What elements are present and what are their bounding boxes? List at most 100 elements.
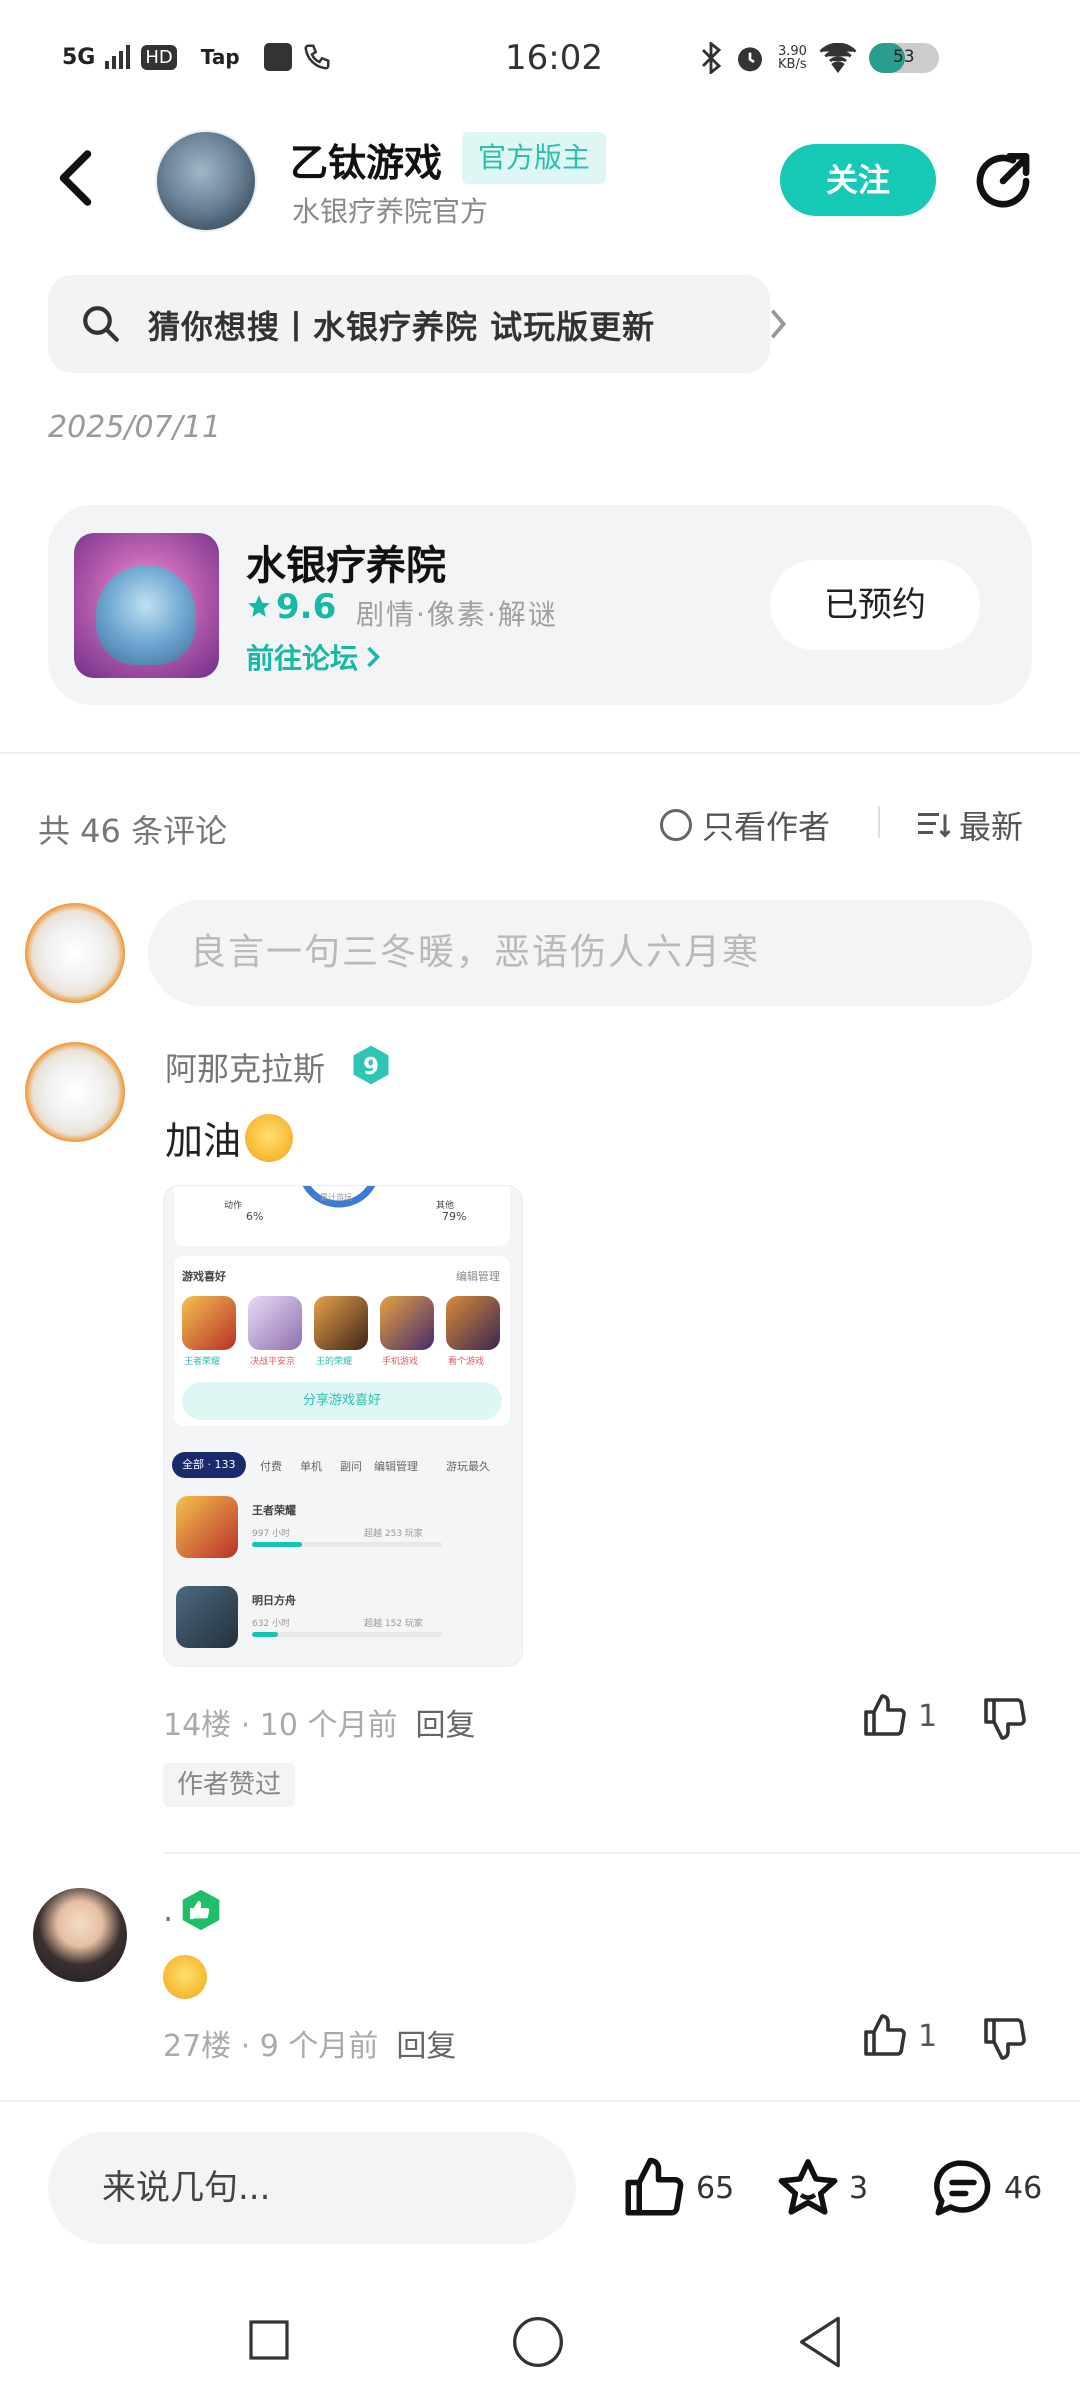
tab-other: 副问 bbox=[340, 1460, 362, 1473]
tab-paid: 付费 bbox=[260, 1460, 282, 1473]
comment-divider bbox=[163, 1852, 1080, 1854]
star-outline-icon bbox=[778, 2159, 838, 2215]
battery-level: 53 bbox=[892, 47, 915, 67]
surprised-emoji-icon bbox=[245, 1113, 294, 1162]
game-thumb bbox=[182, 1296, 236, 1350]
back-nav-icon[interactable] bbox=[795, 2314, 847, 2370]
tab-longest: 游玩最久 bbox=[446, 1460, 490, 1473]
chevron-right-icon bbox=[367, 646, 381, 668]
only-author-toggle[interactable]: 只看作者 bbox=[660, 802, 830, 848]
official-moderator-badge: 官方版主 bbox=[462, 132, 607, 184]
favorite-button[interactable]: 3 bbox=[775, 2155, 868, 2221]
commenter-name: . bbox=[163, 1891, 174, 1929]
tap-icon: Tap bbox=[200, 45, 240, 69]
author-avatar[interactable] bbox=[155, 130, 257, 232]
reply-button[interactable]: 回复 bbox=[396, 2021, 456, 2065]
my-avatar[interactable] bbox=[25, 903, 125, 1003]
tab-all: 全部 · 133 bbox=[172, 1452, 246, 1478]
clock: 16:02 bbox=[505, 38, 603, 78]
thumbs-up-icon bbox=[625, 2157, 684, 2216]
game-rating: 9.6 bbox=[276, 587, 337, 627]
phone-call-icon bbox=[304, 44, 330, 70]
list-game-extra: 超越 253 玩家 bbox=[364, 1529, 423, 1539]
hd-icon: HD bbox=[141, 44, 177, 70]
bottom-action-bar: 来说几句... 65 3 46 bbox=[0, 2100, 1080, 2300]
forum-link[interactable]: 前往论坛 bbox=[246, 637, 382, 677]
share-preferences-button: 分享游戏喜好 bbox=[182, 1382, 502, 1420]
system-nav-bar bbox=[0, 2300, 1080, 2400]
forum-link-label: 前往论坛 bbox=[246, 642, 359, 675]
playtime-bar bbox=[252, 1632, 442, 1637]
reply-button[interactable]: 回复 bbox=[416, 1700, 476, 1744]
commenter-name-row[interactable]: . bbox=[163, 1888, 223, 1932]
list-game-playtime: 632 小时 bbox=[252, 1619, 291, 1629]
preferences-title: 游戏喜好 bbox=[182, 1270, 226, 1283]
preferences-action: 编辑管理 bbox=[456, 1270, 500, 1283]
reply-input[interactable]: 来说几句... bbox=[48, 2132, 576, 2244]
game-tags: 剧情·像素·解谜 bbox=[356, 598, 558, 631]
wolf-artwork bbox=[96, 565, 196, 665]
share-icon[interactable] bbox=[970, 148, 1036, 214]
tab-manage: 编辑管理 bbox=[374, 1460, 418, 1473]
post-date: 2025/07/11 bbox=[48, 410, 221, 445]
game-icon[interactable] bbox=[74, 533, 219, 678]
level-badge: 9 bbox=[353, 1045, 389, 1085]
svg-text:9: 9 bbox=[363, 1054, 379, 1080]
back-arrow-icon[interactable] bbox=[52, 148, 102, 208]
tab-single: 单机 bbox=[300, 1460, 322, 1473]
comment-image[interactable]: 动作 6% 累计游玩 其他 79% 游戏喜好 编辑管理 王者荣耀 决战平安京 王… bbox=[163, 1185, 523, 1667]
bottom-bar-divider bbox=[0, 2100, 1080, 2102]
stat-right-value: 79% bbox=[442, 1210, 467, 1223]
battery-icon: 53 bbox=[868, 43, 939, 73]
comment-bubble-icon bbox=[934, 2160, 991, 2216]
radio-icon bbox=[660, 809, 692, 841]
game-thumb-label: 王的荣耀 bbox=[316, 1357, 353, 1367]
alarm-icon bbox=[738, 47, 762, 72]
game-thumb-label: 手机游戏 bbox=[382, 1357, 419, 1367]
thumbs-down-icon[interactable] bbox=[980, 2014, 1028, 2062]
post-like-button[interactable]: 65 bbox=[620, 2155, 734, 2221]
list-game-name: 王者荣耀 bbox=[252, 1504, 296, 1517]
game-thumb bbox=[176, 1496, 238, 1558]
game-thumb bbox=[176, 1586, 238, 1648]
game-thumb bbox=[248, 1296, 302, 1350]
comment-floor-time: 14楼 · 10 个月前 bbox=[163, 1708, 398, 1743]
like-count: 1 bbox=[918, 1698, 938, 1734]
commenter-name[interactable]: 阿那克拉斯 bbox=[165, 1044, 325, 1090]
network-indicator: 5G bbox=[62, 44, 96, 70]
search-suggestion[interactable]: 猜你想搜丨水银疗养院 试玩版更新 bbox=[48, 275, 787, 373]
sort-latest-button[interactable]: 最新 bbox=[915, 802, 1023, 848]
comment-like[interactable]: 1 bbox=[860, 1692, 937, 1740]
thumbs-down-icon[interactable] bbox=[980, 1694, 1028, 1742]
thumbs-up-icon bbox=[864, 1694, 906, 1736]
status-right: 3.90 KB/s 53 bbox=[700, 42, 939, 74]
grinning-emoji-icon bbox=[163, 1955, 207, 1999]
comment-meta: 27楼 · 9 个月前 回复 bbox=[163, 2021, 456, 2065]
sort-label: 最新 bbox=[959, 808, 1024, 846]
reserved-button[interactable]: 已预约 bbox=[770, 560, 980, 650]
recents-icon[interactable] bbox=[245, 2316, 293, 2364]
follow-button[interactable]: 关注 bbox=[780, 144, 936, 216]
favorite-count: 3 bbox=[849, 2170, 869, 2206]
stat-left-value: 6% bbox=[246, 1210, 264, 1223]
stat-center-label: 累计游玩 bbox=[320, 1193, 352, 1202]
commenter-avatar[interactable] bbox=[25, 1042, 125, 1142]
list-game-playtime: 997 小时 bbox=[252, 1529, 291, 1539]
home-icon[interactable] bbox=[510, 2314, 566, 2370]
author-name[interactable]: 乙钛游戏 bbox=[290, 132, 442, 187]
game-card[interactable]: 水银疗养院 9.6 剧情·像素·解谜 前往论坛 已预约 bbox=[48, 505, 1032, 705]
comment-like[interactable]: 1 bbox=[860, 2012, 937, 2060]
game-thumb bbox=[314, 1296, 368, 1350]
comment-input[interactable]: 良言一句三冬暖，恶语伤人六月寒 bbox=[148, 900, 1032, 1006]
status-left: 5G HD Tap bbox=[62, 42, 332, 72]
commenter-avatar[interactable] bbox=[33, 1888, 127, 1982]
game-thumb-label: 看个游戏 bbox=[448, 1357, 485, 1367]
section-divider bbox=[0, 752, 1080, 754]
signal-icon bbox=[105, 45, 131, 69]
comment-text-content: 加油 bbox=[165, 1119, 242, 1163]
comment-text: 加油 bbox=[165, 1110, 294, 1165]
comments-button[interactable]: 46 bbox=[930, 2155, 1042, 2221]
game-name[interactable]: 水银疗养院 bbox=[246, 533, 446, 591]
game-thumb-label: 王者荣耀 bbox=[184, 1357, 221, 1367]
search-icon bbox=[83, 306, 119, 342]
